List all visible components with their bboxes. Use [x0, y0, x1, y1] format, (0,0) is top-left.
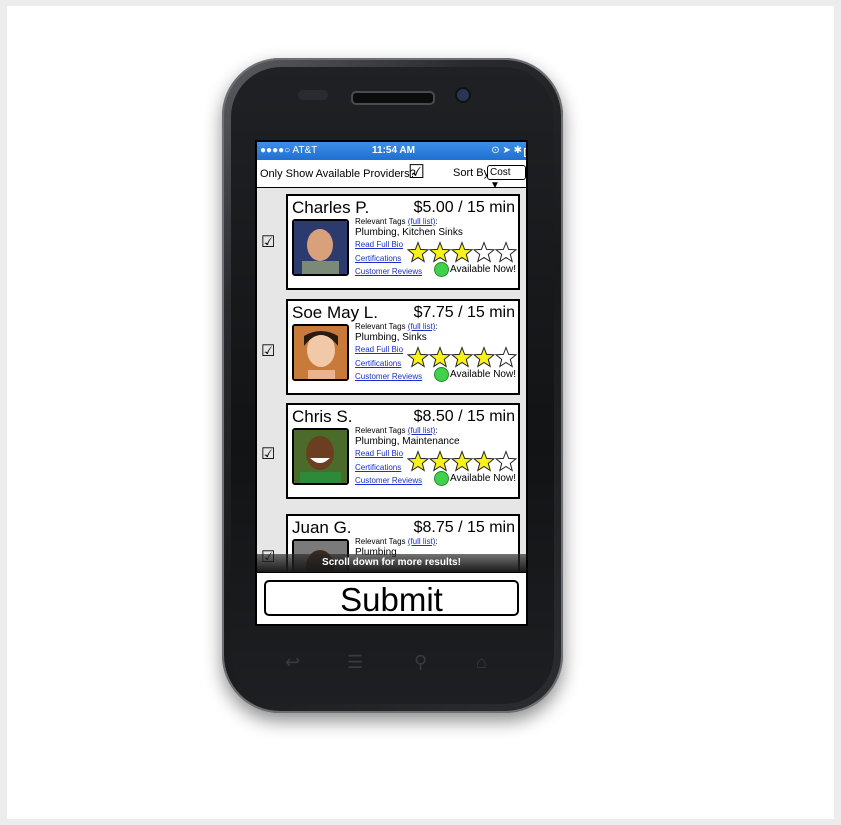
- available-filter-label: Only Show Available Providers?: [260, 168, 416, 180]
- customer-reviews-link[interactable]: Customer Reviews: [355, 372, 422, 381]
- star-filled-icon: [472, 450, 496, 472]
- star-empty-icon: [494, 241, 518, 263]
- availability-status: Available Now!: [434, 471, 516, 486]
- provider-card[interactable]: Soe May L. $7.75 / 15 min Relevant Tags …: [286, 299, 520, 395]
- star-filled-icon: [450, 346, 474, 368]
- provider-card[interactable]: Chris S. $8.50 / 15 min Relevant Tags (f…: [286, 403, 520, 499]
- app-screen: ●●●●○ AT&T 11:54 AM ⊙ ➤ ✱ Only Show Avai…: [255, 140, 528, 626]
- tags-label: Relevant Tags (full list):: [355, 217, 438, 226]
- star-filled-icon: [407, 241, 430, 263]
- available-dot-icon: [434, 367, 450, 382]
- provider-name: Soe May L.: [292, 303, 378, 322]
- scroll-hint-banner: Scroll down for more results!: [257, 554, 526, 572]
- home-icon[interactable]: ⌂: [476, 652, 487, 673]
- certifications-link[interactable]: Certifications: [355, 463, 401, 472]
- available-dot-icon: [434, 262, 450, 277]
- star-filled-icon: [428, 241, 452, 263]
- star-filled-icon: [428, 346, 452, 368]
- full-list-link[interactable]: (full list): [408, 426, 436, 435]
- provider-list[interactable]: ☑ Charles P. $5.00 / 15 min Relevant Tag…: [257, 188, 526, 573]
- available-dot-icon: [434, 471, 450, 486]
- menu-icon[interactable]: ☰: [347, 652, 363, 673]
- clock-label: 11:54 AM: [372, 145, 415, 156]
- availability-status: Available Now!: [434, 262, 516, 277]
- available-filter-checkbox[interactable]: ☑: [408, 163, 425, 182]
- filter-bar: Only Show Available Providers? ☑ Sort By…: [257, 160, 526, 191]
- phone-earpiece: [351, 91, 435, 105]
- provider-photo: [292, 324, 349, 381]
- star-filled-icon: [407, 346, 430, 368]
- rating-stars: [407, 241, 518, 263]
- provider-name: Chris S.: [292, 407, 353, 426]
- submit-button[interactable]: Submit: [264, 580, 519, 618]
- provider-checkbox[interactable]: ☑: [261, 235, 275, 251]
- provider-price: $8.50 / 15 min: [413, 408, 515, 425]
- availability-status: Available Now!: [434, 367, 516, 382]
- provider-price: $8.75 / 15 min: [413, 519, 515, 536]
- provider-tags: Plumbing, Kitchen Sinks: [355, 227, 463, 238]
- full-list-link[interactable]: (full list): [408, 217, 436, 226]
- submit-area: Submit: [257, 572, 526, 624]
- provider-photo: [292, 219, 349, 276]
- provider-tags: Plumbing, Maintenance: [355, 436, 460, 447]
- provider-photo: [292, 428, 349, 485]
- back-icon[interactable]: ↩: [285, 652, 300, 673]
- provider-checkbox[interactable]: ☑: [261, 344, 275, 360]
- star-filled-icon: [428, 450, 452, 472]
- star-filled-icon: [472, 346, 496, 368]
- full-list-link[interactable]: (full list): [408, 322, 436, 331]
- provider-price: $5.00 / 15 min: [413, 199, 515, 216]
- read-bio-link[interactable]: Read Full Bio: [355, 345, 403, 354]
- read-bio-link[interactable]: Read Full Bio: [355, 240, 403, 249]
- provider-name: Charles P.: [292, 198, 370, 217]
- phone-camera-icon: [457, 89, 469, 101]
- provider-price: $7.75 / 15 min: [413, 304, 515, 321]
- read-bio-link[interactable]: Read Full Bio: [355, 449, 403, 458]
- star-empty-icon: [494, 346, 518, 368]
- rating-stars: [407, 450, 518, 472]
- customer-reviews-link[interactable]: Customer Reviews: [355, 476, 422, 485]
- star-filled-icon: [450, 450, 474, 472]
- certifications-link[interactable]: Certifications: [355, 254, 401, 263]
- search-icon[interactable]: ⚲: [414, 652, 427, 673]
- carrier-label: ●●●●○ AT&T: [260, 145, 318, 156]
- phone-sensor: [298, 90, 328, 100]
- provider-name: Juan G.: [292, 518, 352, 537]
- tags-label: Relevant Tags (full list):: [355, 426, 438, 435]
- tags-label: Relevant Tags (full list):: [355, 322, 438, 331]
- provider-checkbox[interactable]: ☑: [261, 447, 275, 463]
- status-bar: ●●●●○ AT&T 11:54 AM ⊙ ➤ ✱: [257, 142, 526, 160]
- rating-stars: [407, 346, 518, 368]
- tags-label: Relevant Tags (full list):: [355, 537, 438, 546]
- full-list-link[interactable]: (full list): [408, 537, 436, 546]
- battery-icon: ⊙ ➤ ✱: [491, 145, 526, 157]
- star-filled-icon: [450, 241, 474, 263]
- provider-card[interactable]: Charles P. $5.00 / 15 min Relevant Tags …: [286, 194, 520, 290]
- sort-dropdown[interactable]: Cost ▼: [487, 165, 526, 191]
- star-empty-icon: [494, 450, 518, 472]
- certifications-link[interactable]: Certifications: [355, 359, 401, 368]
- star-empty-icon: [472, 241, 496, 263]
- provider-tags: Plumbing, Sinks: [355, 332, 427, 343]
- star-filled-icon: [407, 450, 430, 472]
- phone-nav-keys: ↩ ☰ ⚲ ⌂: [270, 652, 520, 674]
- customer-reviews-link[interactable]: Customer Reviews: [355, 267, 422, 276]
